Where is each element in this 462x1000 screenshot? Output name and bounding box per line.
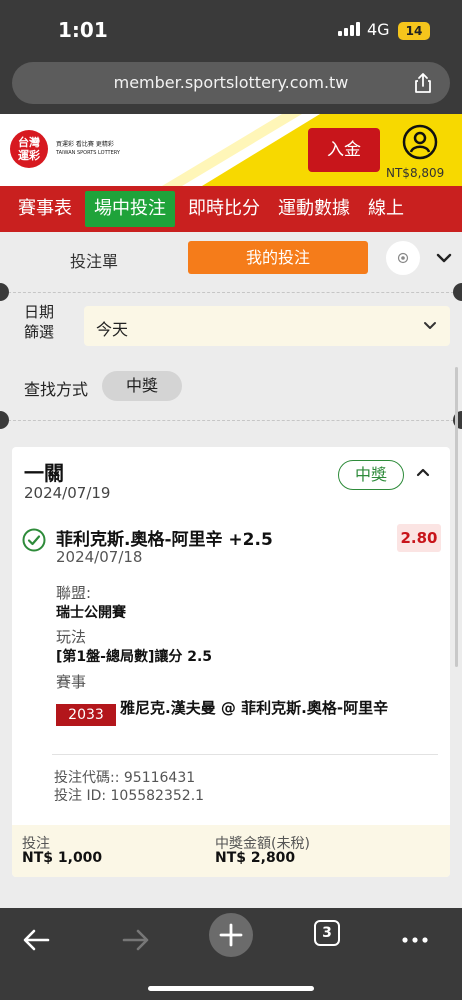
new-tab-button[interactable] — [209, 913, 253, 957]
url-text: member.sportslottery.com.tw — [113, 73, 349, 92]
nav-item-schedule[interactable]: 賽事表 — [0, 191, 81, 227]
more-icon[interactable] — [393, 918, 437, 962]
odds-value: 2.80 — [397, 524, 441, 552]
address-field[interactable]: member.sportslottery.com.tw — [12, 62, 450, 104]
stake-value: NT$ 1,000 — [22, 850, 103, 866]
bet-id: 投注 ID: 105582352.1 — [54, 788, 205, 804]
main-nav: 賽事表 場中投注 即時比分 運動數據 線上 — [0, 186, 462, 232]
logo-tagline-en: TAIWAN SPORTS LOTTERY — [56, 150, 120, 156]
selection-date: 2024/07/18 — [56, 548, 143, 566]
site-header: 台灣 運彩 買運彩 看比賽 更精彩 TAIWAN SPORTS LOTTERY … — [0, 114, 462, 186]
event-code-tag: 2033 — [56, 704, 116, 726]
selection-name: 菲利克斯.奧格-阿里辛 +2.5 — [56, 530, 273, 550]
site-logo[interactable]: 台灣 運彩 — [10, 130, 48, 168]
back-arrow-icon[interactable] — [16, 918, 60, 962]
browser-toolbar: 3 — [0, 908, 462, 1000]
chevron-down-icon[interactable] — [434, 248, 454, 268]
nav-item-live-betting[interactable]: 場中投注 — [85, 191, 175, 227]
nav-item-sports-data[interactable]: 運動數據 — [269, 191, 359, 227]
browser-url-bar: member.sportslottery.com.tw — [0, 56, 462, 114]
league-value: 瑞士公開賽 — [56, 605, 126, 621]
divider — [8, 420, 454, 421]
find-method-label: 查找方式 — [24, 380, 89, 399]
bet-code: 投注代碼:: 95116431 — [54, 770, 196, 786]
logo-tagline-cn: 買運彩 看比賽 更精彩 — [56, 141, 114, 148]
date-filter-label: 日期 篩選 — [24, 303, 55, 341]
scrollbar[interactable] — [455, 367, 458, 667]
payout-value: NT$ 2,800 — [215, 850, 296, 866]
tab-bet-slip[interactable]: 投注單 — [70, 248, 118, 272]
gear-icon — [397, 252, 409, 264]
divider — [8, 292, 454, 293]
battery-icon: 14 — [398, 22, 430, 40]
market-value: [第1盤-總局數]讓分 2.5 — [56, 649, 213, 665]
deposit-button[interactable]: 入金 — [308, 128, 380, 172]
share-icon[interactable] — [412, 72, 434, 94]
bet-summary: 投注 NT$ 1,000 中獎金額(未稅) NT$ 2,800 — [12, 825, 450, 877]
bet-date: 2024/07/19 — [24, 484, 111, 502]
tabs-count-button[interactable]: 3 — [314, 920, 340, 946]
home-indicator — [148, 986, 314, 991]
nav-item-live-scores[interactable]: 即時比分 — [179, 191, 269, 227]
nav-item-online[interactable]: 線上 — [359, 191, 413, 227]
status-bar: 1:01 4G 14 — [0, 0, 462, 56]
bet-type: 一關 — [24, 461, 64, 485]
date-filter-value: 今天 — [96, 320, 129, 339]
event-name: 雅尼克.漢夫曼 @ 菲利克斯.奧格-阿里辛 — [120, 699, 389, 717]
plus-icon — [219, 923, 243, 947]
settings-button[interactable] — [386, 241, 420, 275]
chevron-up-icon[interactable] — [414, 463, 432, 481]
account-balance: NT$8,809 — [386, 166, 445, 180]
market-label: 玩法 — [56, 628, 87, 646]
event-label: 賽事 — [56, 673, 87, 691]
check-circle-icon — [22, 528, 46, 552]
find-method-chip-won[interactable]: 中獎 — [102, 371, 182, 401]
date-filter-select[interactable]: 今天 — [84, 306, 450, 346]
bet-card: 一關 2024/07/19 中獎 菲利克斯.奧格-阿里辛 +2.5 2024/0… — [12, 447, 450, 877]
betslip-tabs: 投注單 我的投注 — [0, 232, 462, 286]
status-badge: 中獎 — [338, 460, 404, 490]
tab-my-bets[interactable]: 我的投注 — [188, 241, 368, 274]
logo-tagline: 買運彩 看比賽 更精彩 TAIWAN SPORTS LOTTERY — [56, 140, 120, 158]
league-label: 聯盟: — [56, 584, 92, 602]
forward-arrow-icon[interactable] — [112, 918, 156, 962]
betslip-panel: 投注單 我的投注 日期 篩選 今天 查找方式 中獎 一關 2024/07/19 … — [0, 232, 462, 908]
user-account-icon[interactable] — [402, 124, 438, 160]
divider — [52, 754, 438, 755]
status-time: 1:01 — [58, 18, 108, 42]
chevron-down-icon — [424, 322, 436, 329]
network-type: 4G — [367, 20, 390, 39]
signal-icon — [338, 22, 360, 36]
